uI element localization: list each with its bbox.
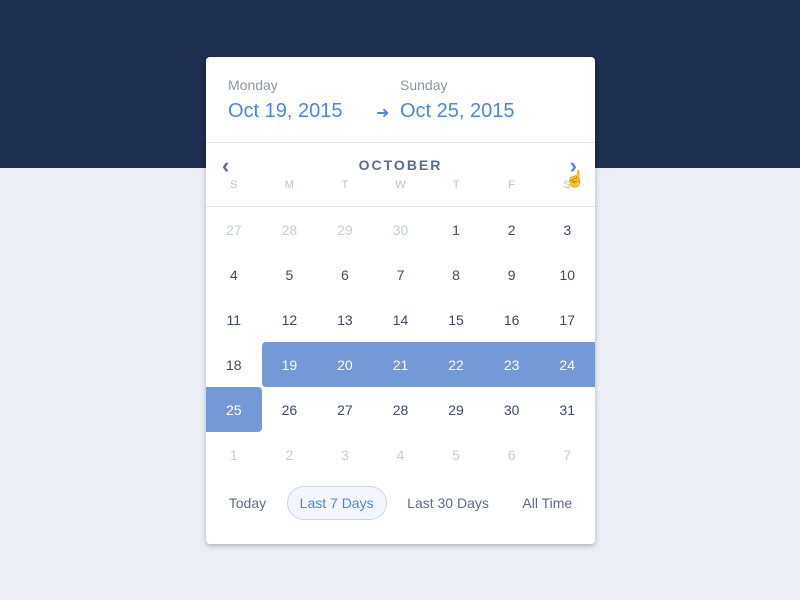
end-date[interactable]: Oct 25, 2015: [400, 100, 515, 123]
day-grid: 27 28 29 30 1 2 3 4 5 6 7 8 9 10 11 12 13 14 15 16 17 18 19 20 2…: [206, 207, 595, 477]
calendar-day[interactable]: 22: [428, 342, 484, 387]
calendar-day[interactable]: 4: [373, 432, 429, 477]
preset-all-time[interactable]: All Time: [509, 486, 585, 520]
calendar-day[interactable]: 7: [539, 432, 595, 477]
calendar-day[interactable]: 28: [373, 387, 429, 432]
calendar-day[interactable]: 1: [206, 432, 262, 477]
calendar-day[interactable]: 4: [206, 252, 262, 297]
calendar-day[interactable]: 11: [206, 297, 262, 342]
calendar-day[interactable]: 17: [539, 297, 595, 342]
hand-pointer-icon: ☝: [565, 171, 585, 188]
calendar-day[interactable]: 25: [206, 387, 262, 432]
start-day-label: Monday: [228, 77, 278, 93]
calendar-day[interactable]: 3: [317, 432, 373, 477]
calendar-day[interactable]: 18: [206, 342, 262, 387]
calendar-day[interactable]: 28: [262, 207, 318, 252]
calendar-day[interactable]: 27: [206, 207, 262, 252]
calendar-day[interactable]: 30: [484, 387, 540, 432]
preset-last-7-days[interactable]: Last 7 Days: [286, 486, 387, 520]
calendar-day[interactable]: 16: [484, 297, 540, 342]
calendar-day[interactable]: 8: [428, 252, 484, 297]
calendar-day[interactable]: 29: [428, 387, 484, 432]
calendar-day[interactable]: 5: [428, 432, 484, 477]
calendar-day[interactable]: 23: [483, 342, 540, 387]
calendar-day[interactable]: 6: [317, 252, 373, 297]
calendar-day[interactable]: 13: [317, 297, 373, 342]
calendar-day[interactable]: 14: [373, 297, 429, 342]
calendar-day[interactable]: 1: [428, 207, 484, 252]
calendar-day[interactable]: 9: [484, 252, 540, 297]
end-day-label: Sunday: [400, 77, 448, 93]
calendar-day[interactable]: 26: [262, 387, 318, 432]
calendar-day[interactable]: 7: [373, 252, 429, 297]
calendar-day[interactable]: 20: [317, 342, 373, 387]
calendar-day[interactable]: 19: [261, 342, 318, 387]
preset-today[interactable]: Today: [216, 486, 279, 520]
calendar-day[interactable]: 3: [539, 207, 595, 252]
calendar-day[interactable]: 29: [317, 207, 373, 252]
preset-last-30-days[interactable]: Last 30 Days: [394, 486, 502, 520]
range-summary: Monday Oct 19, 2015 ➜ Sunday Oct 25, 201…: [206, 57, 595, 143]
month-nav: ‹ OCTOBER › ☝: [206, 143, 595, 193]
calendar-day[interactable]: 21: [372, 342, 429, 387]
preset-bar: Today Last 7 Days Last 30 Days All Time: [206, 477, 595, 529]
calendar-day[interactable]: 6: [484, 432, 540, 477]
arrow-right-icon: ➜: [376, 105, 390, 122]
calendar-day[interactable]: 12: [262, 297, 318, 342]
calendar-day[interactable]: 27: [317, 387, 373, 432]
calendar-day[interactable]: 15: [428, 297, 484, 342]
calendar-day[interactable]: 5: [262, 252, 318, 297]
calendar-day[interactable]: 2: [484, 207, 540, 252]
calendar-day[interactable]: 30: [373, 207, 429, 252]
start-date[interactable]: Oct 19, 2015: [228, 100, 343, 123]
calendar-day[interactable]: 31: [539, 387, 595, 432]
month-title: OCTOBER: [358, 157, 443, 173]
date-range-picker: Monday Oct 19, 2015 ➜ Sunday Oct 25, 201…: [206, 57, 595, 544]
calendar-day[interactable]: 10: [539, 252, 595, 297]
calendar-day[interactable]: 2: [262, 432, 318, 477]
calendar-day[interactable]: 24: [539, 342, 595, 387]
